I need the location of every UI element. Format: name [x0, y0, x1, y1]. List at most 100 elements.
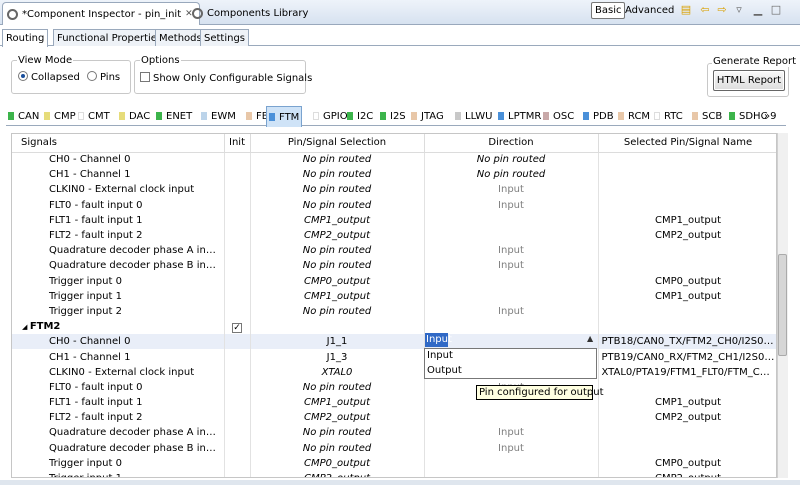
- direction-cell[interactable]: No pin routed: [424, 167, 599, 183]
- init-cell[interactable]: [224, 167, 251, 183]
- col-signals[interactable]: Signals: [12, 134, 225, 153]
- table-row[interactable]: FLT1 - fault input 1 CMP1_output CMP1_outp…: [12, 395, 776, 411]
- peripheral-tab-can[interactable]: CAN: [6, 106, 41, 126]
- scrollbar-thumb[interactable]: [778, 254, 787, 356]
- pin-selection-cell[interactable]: No pin routed: [250, 379, 425, 395]
- signal-cell[interactable]: FLT0 - fault input 0: [12, 197, 225, 213]
- signal-cell[interactable]: CH1 - Channel 1: [12, 167, 225, 183]
- selected-pin-name-cell[interactable]: [598, 197, 776, 213]
- selected-pin-name-cell[interactable]: CMP2_output: [598, 227, 776, 244]
- pin-selection-cell[interactable]: CMP0_output: [250, 273, 425, 289]
- maximize-icon[interactable]: □: [770, 4, 782, 16]
- pin-selection-cell[interactable]: J1_1: [250, 334, 425, 350]
- peripheral-tab-rtc[interactable]: RTC: [652, 106, 685, 126]
- selected-pin-name-cell[interactable]: [598, 167, 776, 183]
- table-row[interactable]: Trigger input 1 CMP2_output CMP2_output: [12, 470, 776, 477]
- table-row[interactable]: Quadrature decoder phase A input No pin r…: [12, 243, 776, 259]
- init-cell[interactable]: [224, 395, 251, 411]
- signal-cell[interactable]: Quadrature decoder phase B input: [12, 440, 225, 456]
- selected-pin-name-cell[interactable]: PTB18/CAN0_TX/FTM2_CH0/I2S0_T...: [598, 334, 776, 350]
- col-pin-selection[interactable]: Pin/Signal Selection: [250, 134, 425, 153]
- pin-selection-cell[interactable]: No pin routed: [250, 243, 425, 259]
- collapsed-radio[interactable]: Collapsed: [18, 71, 80, 83]
- table-row[interactable]: CLKIN0 - External clock input XTAL0 XTAL0/…: [12, 364, 776, 380]
- group-cell[interactable]: ◢ FTM2: [12, 319, 225, 335]
- table-row[interactable]: CH1 - Channel 1 No pin routed No pin route…: [12, 167, 776, 183]
- direction-cell[interactable]: [424, 470, 599, 477]
- selected-pin-name-cell[interactable]: [598, 303, 776, 320]
- table-row[interactable]: CLKIN0 - External clock input No pin rout…: [12, 182, 776, 198]
- table-row[interactable]: FLT2 - fault input 2 CMP2_output CMP2_outp…: [12, 410, 776, 426]
- selected-pin-name-cell[interactable]: [598, 182, 776, 198]
- pin-selection-cell[interactable]: No pin routed: [250, 167, 425, 183]
- init-cell[interactable]: [224, 212, 251, 228]
- col-direction[interactable]: Direction: [424, 134, 599, 153]
- selected-pin-name-cell[interactable]: CMP1_output: [598, 212, 776, 228]
- selected-pin-name-cell[interactable]: [598, 379, 776, 395]
- table-group-row[interactable]: ◢ FTM2 ✓: [12, 319, 776, 335]
- peripheral-tab-pdb[interactable]: PDB: [581, 106, 616, 126]
- signal-cell[interactable]: CLKIN0 - External clock input: [12, 364, 225, 380]
- init-cell[interactable]: [224, 273, 251, 289]
- pin-selection-cell[interactable]: CMP0_output: [250, 455, 425, 471]
- signal-cell[interactable]: Trigger input 2: [12, 303, 225, 320]
- direction-cell[interactable]: Input: [424, 197, 599, 213]
- dropdown-arrow-icon[interactable]: ▲: [587, 334, 593, 343]
- tab-component-inspector[interactable]: *Component Inspector - pin_init ✕: [2, 2, 200, 25]
- selected-pin-name-cell[interactable]: CMP1_output: [598, 395, 776, 411]
- peripheral-tab-ftm[interactable]: FTM: [266, 106, 303, 127]
- selected-pin-name-cell[interactable]: [598, 243, 776, 259]
- signal-cell[interactable]: Trigger input 0: [12, 455, 225, 471]
- init-cell[interactable]: [224, 303, 251, 320]
- selected-pin-name-cell[interactable]: CMP0_output: [598, 455, 776, 471]
- selected-pin-name-cell[interactable]: [598, 258, 776, 274]
- pin-selection-cell[interactable]: CMP2_output: [250, 470, 425, 477]
- peripheral-tab-lptmr[interactable]: LPTMR: [496, 106, 543, 126]
- signal-cell[interactable]: CH0 - Channel 0: [12, 334, 225, 350]
- dropdown-option-output[interactable]: Output: [426, 364, 595, 379]
- table-row[interactable]: Trigger input 0 CMP0_output CMP0_output: [12, 455, 776, 471]
- signal-cell[interactable]: Quadrature decoder phase A input: [12, 425, 225, 441]
- init-cell[interactable]: [224, 243, 251, 259]
- signal-cell[interactable]: Quadrature decoder phase B input: [12, 258, 225, 274]
- new-document-icon[interactable]: ▤: [680, 4, 692, 16]
- signal-cell[interactable]: Quadrature decoder phase A input: [12, 243, 225, 259]
- pin-selection-cell[interactable]: XTAL0: [250, 364, 425, 380]
- direction-cell[interactable]: Input: [424, 425, 599, 441]
- peripheral-tab-ewm[interactable]: EWM: [199, 106, 238, 126]
- tab-settings[interactable]: Settings: [200, 29, 250, 46]
- init-cell[interactable]: [224, 470, 251, 477]
- peripheral-tab-i2s[interactable]: I2S: [378, 106, 408, 126]
- advanced-mode-button[interactable]: Advanced: [622, 2, 677, 19]
- signal-cell[interactable]: Trigger input 0: [12, 273, 225, 289]
- table-row[interactable]: Trigger input 0 CMP0_output CMP0_output: [12, 273, 776, 289]
- direction-cell[interactable]: [424, 212, 599, 228]
- col-selected-pin-name[interactable]: Selected Pin/Signal Name: [598, 134, 776, 153]
- pin-selection-cell[interactable]: No pin routed: [250, 182, 425, 198]
- direction-cell[interactable]: [424, 273, 599, 289]
- basic-mode-button[interactable]: Basic: [591, 2, 626, 19]
- peripheral-tab-i2c[interactable]: I2C: [345, 106, 375, 126]
- init-cell[interactable]: [224, 197, 251, 213]
- signal-cell[interactable]: CH1 - Channel 1: [12, 349, 225, 365]
- direction-cell[interactable]: Input: [424, 258, 599, 274]
- direction-editor-value[interactable]: Input: [425, 333, 452, 347]
- pin-selection-cell[interactable]: No pin routed: [250, 303, 425, 320]
- direction-cell[interactable]: No pin routed: [424, 152, 599, 168]
- pin-selection-cell[interactable]: CMP2_output: [250, 410, 425, 426]
- minimize-icon[interactable]: ▁: [752, 4, 764, 16]
- peripheral-tab-cmt[interactable]: CMT: [76, 106, 112, 126]
- selected-pin-name-cell[interactable]: CMP1_output: [598, 288, 776, 304]
- selected-pin-name-cell[interactable]: PTB19/CAN0_RX/FTM2_CH1/I2S0_T...: [598, 349, 776, 365]
- peripheral-tab-rcm[interactable]: RCM: [616, 106, 652, 126]
- pin-selection-cell[interactable]: No pin routed: [250, 152, 425, 168]
- peripheral-tab-scb[interactable]: SCB: [690, 106, 724, 126]
- direction-cell[interactable]: Input: [424, 243, 599, 259]
- table-row[interactable]: Quadrature decoder phase A input No pin r…: [12, 425, 776, 441]
- col-init[interactable]: Init: [224, 134, 251, 153]
- direction-cell[interactable]: [424, 455, 599, 471]
- init-cell[interactable]: [224, 440, 251, 456]
- direction-cell[interactable]: [424, 288, 599, 304]
- dropdown-option-input[interactable]: Input: [426, 349, 595, 364]
- signal-cell[interactable]: FLT1 - fault input 1: [12, 212, 225, 228]
